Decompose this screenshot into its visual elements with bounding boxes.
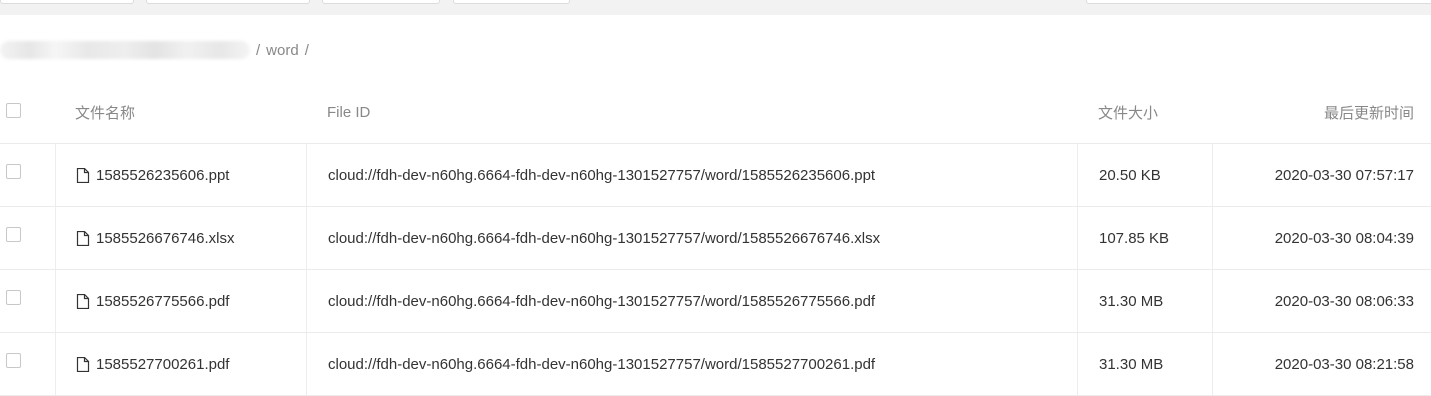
search-input[interactable] [1086, 0, 1431, 4]
row-checkbox[interactable] [6, 289, 21, 305]
toolbar-button-4[interactable] [453, 0, 570, 4]
file-time-cell: 2020-03-30 08:04:39 [1212, 207, 1431, 269]
breadcrumb-separator: / [256, 41, 261, 59]
column-header-size[interactable]: 文件大小 [1077, 81, 1212, 143]
breadcrumb-separator: / [304, 41, 309, 59]
file-name-cell: 1585526676746.xlsx [55, 207, 306, 269]
file-size-cell: 31.30 MB [1077, 333, 1212, 395]
file-time-cell: 2020-03-30 08:06:33 [1212, 270, 1431, 332]
row-checkbox[interactable] [6, 163, 21, 179]
breadcrumb: / word / [0, 38, 315, 62]
file-icon [76, 230, 90, 246]
table-row[interactable]: 1585526235606.ppt cloud://fdh-dev-n60hg.… [0, 144, 1431, 207]
column-header-name[interactable]: 文件名称 [55, 81, 306, 143]
row-check-cell [0, 144, 55, 206]
table-row[interactable]: 1585527700261.pdf cloud://fdh-dev-n60hg.… [0, 333, 1431, 396]
top-toolbar [0, 0, 1431, 15]
header-check-cell [0, 81, 55, 143]
file-id-cell: cloud://fdh-dev-n60hg.6664-fdh-dev-n60hg… [306, 333, 1077, 395]
column-header-updated-time[interactable]: 最后更新时间 [1212, 81, 1431, 143]
toolbar-button-2[interactable] [146, 0, 310, 4]
file-time-cell: 2020-03-30 07:57:17 [1212, 144, 1431, 206]
row-checkbox[interactable] [6, 226, 21, 242]
file-name-link[interactable]: 1585526775566.pdf [96, 293, 229, 310]
file-id-cell: cloud://fdh-dev-n60hg.6664-fdh-dev-n60hg… [306, 144, 1077, 206]
row-checkbox[interactable] [6, 352, 21, 368]
file-icon [76, 167, 90, 183]
file-size-cell: 107.85 KB [1077, 207, 1212, 269]
row-check-cell [0, 333, 55, 395]
table-row[interactable]: 1585526676746.xlsx cloud://fdh-dev-n60hg… [0, 207, 1431, 270]
file-name-cell: 1585526775566.pdf [55, 270, 306, 332]
file-name-cell: 1585526235606.ppt [55, 144, 306, 206]
file-time-cell: 2020-03-30 08:21:58 [1212, 333, 1431, 395]
file-id-cell: cloud://fdh-dev-n60hg.6664-fdh-dev-n60hg… [306, 270, 1077, 332]
table-header: 文件名称 File ID 文件大小 最后更新时间 [0, 81, 1431, 144]
select-all-checkbox[interactable] [6, 102, 21, 118]
file-icon [76, 356, 90, 372]
file-name-link[interactable]: 1585527700261.pdf [96, 356, 229, 373]
file-icon [76, 293, 90, 309]
table-row[interactable]: 1585526775566.pdf cloud://fdh-dev-n60hg.… [0, 270, 1431, 333]
breadcrumb-root-redacted[interactable] [0, 41, 250, 59]
toolbar-button-3[interactable] [322, 0, 440, 4]
breadcrumb-current-folder[interactable]: word [266, 42, 299, 59]
file-table: 文件名称 File ID 文件大小 最后更新时间 1585526235606.p… [0, 81, 1431, 396]
file-id-cell: cloud://fdh-dev-n60hg.6664-fdh-dev-n60hg… [306, 207, 1077, 269]
row-check-cell [0, 207, 55, 269]
file-name-link[interactable]: 1585526676746.xlsx [96, 230, 234, 247]
file-size-cell: 31.30 MB [1077, 270, 1212, 332]
column-header-file-id[interactable]: File ID [306, 81, 1077, 143]
toolbar-button-1[interactable] [0, 0, 134, 4]
file-name-link[interactable]: 1585526235606.ppt [96, 167, 229, 184]
file-name-cell: 1585527700261.pdf [55, 333, 306, 395]
row-check-cell [0, 270, 55, 332]
file-size-cell: 20.50 KB [1077, 144, 1212, 206]
